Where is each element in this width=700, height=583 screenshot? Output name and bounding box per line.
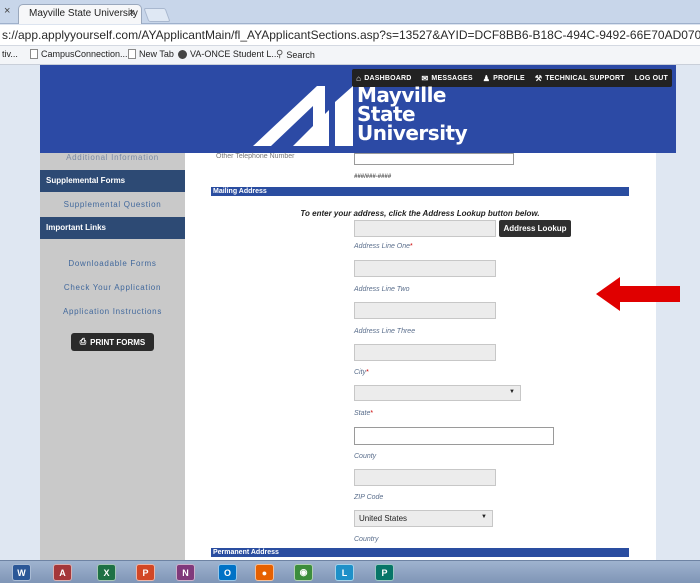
bookmark-item[interactable]: tiv... bbox=[2, 49, 18, 59]
tab-title: Mayville State University | bbox=[29, 8, 142, 19]
prev-tab-close-icon[interactable]: × bbox=[4, 5, 10, 17]
address-line-two-label: Address Line Two bbox=[354, 286, 410, 293]
person-icon: ♟ bbox=[482, 73, 491, 83]
powerpoint-icon[interactable]: P bbox=[136, 564, 155, 581]
sidebar-link-supplemental-question[interactable]: Supplemental Question bbox=[40, 200, 185, 209]
label-text: City bbox=[354, 369, 367, 376]
mailing-address-section: Mailing Address bbox=[211, 187, 629, 196]
nav-label: TECHNICAL SUPPORT bbox=[545, 74, 625, 82]
university-logo-mark-icon bbox=[253, 86, 353, 146]
site-banner: ⌂ DASHBOARD ✉ MESSAGES ♟ PROFILE ⚒ TECHNICAL… bbox=[40, 65, 676, 153]
publisher-icon[interactable]: P bbox=[375, 564, 394, 581]
nav-logout[interactable]: LOG OUT bbox=[635, 75, 668, 82]
bookmark-item[interactable]: CampusConnection... bbox=[30, 49, 128, 59]
red-arrow-icon bbox=[596, 277, 680, 311]
bookmark-label: New Tab bbox=[139, 49, 174, 59]
required-mark: * bbox=[410, 243, 413, 250]
county-input[interactable] bbox=[354, 469, 496, 486]
tab-close-icon[interactable]: × bbox=[129, 7, 135, 19]
address-form: Other Telephone Number ###/###-#### Mail… bbox=[211, 153, 629, 560]
bookmark-label: tiv... bbox=[2, 49, 18, 59]
country-label: Country bbox=[354, 536, 379, 543]
printer-icon: ⎙ bbox=[79, 337, 87, 346]
home-icon: ⌂ bbox=[356, 73, 362, 83]
country-select[interactable]: United States ▼ bbox=[354, 510, 493, 527]
browser-tab[interactable]: Mayville State University | × bbox=[18, 4, 142, 24]
other-phone-input[interactable] bbox=[354, 153, 514, 165]
zip-code-label: ZIP Code bbox=[354, 494, 384, 501]
bookmark-label: VA-ONCE Student L... bbox=[190, 49, 279, 59]
nav-label: LOG OUT bbox=[634, 74, 668, 82]
other-phone-label: Other Telephone Number bbox=[216, 153, 295, 160]
address-line-one-input[interactable] bbox=[354, 260, 496, 277]
address-bar[interactable]: s://app.applyyourself.com/AYApplicantMai… bbox=[0, 25, 700, 46]
nav-dashboard[interactable]: ⌂ DASHBOARD bbox=[356, 74, 411, 83]
address-line-two-input[interactable] bbox=[354, 302, 496, 319]
chevron-down-icon: ▼ bbox=[509, 389, 515, 395]
bookmark-item[interactable]: ⚲ Search bbox=[276, 49, 315, 60]
bookmarks-bar: tiv... CampusConnection... New Tab VA-ON… bbox=[0, 46, 700, 65]
web-page: ⌂ DASHBOARD ✉ MESSAGES ♟ PROFILE ⚒ TECHNICAL… bbox=[0, 65, 700, 560]
bookmark-item[interactable]: New Tab bbox=[128, 49, 174, 59]
chrome-icon[interactable]: ◉ bbox=[294, 564, 313, 581]
sidebar-head-supplemental-forms: Supplemental Forms bbox=[40, 170, 185, 192]
globe-icon bbox=[178, 49, 187, 59]
nav-profile[interactable]: ♟ PROFILE bbox=[483, 74, 525, 83]
onenote-icon[interactable]: N bbox=[176, 564, 195, 581]
word-icon[interactable]: W bbox=[12, 564, 31, 581]
lync-icon[interactable]: L bbox=[335, 564, 354, 581]
address-line-one-label: Address Line One* bbox=[354, 243, 413, 250]
nav-technical-support[interactable]: ⚒ TECHNICAL SUPPORT bbox=[535, 74, 625, 83]
page-icon bbox=[30, 49, 38, 59]
browser-tabstrip: × Mayville State University | × bbox=[0, 0, 700, 24]
address-lookup-input[interactable] bbox=[354, 220, 496, 237]
required-mark: * bbox=[366, 369, 369, 376]
permanent-address-section: Permanent Address bbox=[211, 548, 629, 557]
sidebar-head-important-links: Important Links bbox=[40, 217, 185, 239]
taskbar: W A X P N O ● ◉ L P bbox=[0, 560, 700, 583]
country-selected-value: United States bbox=[359, 514, 408, 523]
chevron-down-icon: ▼ bbox=[481, 514, 487, 520]
nav-label: PROFILE bbox=[493, 74, 525, 82]
excel-icon[interactable]: X bbox=[97, 564, 116, 581]
new-tab-button[interactable] bbox=[143, 8, 171, 22]
city-select[interactable]: ▼ bbox=[354, 385, 521, 401]
page-icon bbox=[128, 49, 136, 59]
bookmark-label: Search bbox=[286, 49, 315, 60]
wrench-icon: ⚒ bbox=[534, 73, 543, 83]
phone-format-hint: ###/###-#### bbox=[354, 174, 392, 180]
print-forms-label: PRINT FORMS bbox=[90, 337, 146, 347]
city-label: City* bbox=[354, 369, 369, 376]
outlook-icon[interactable]: O bbox=[218, 564, 237, 581]
label-text: State bbox=[354, 410, 371, 417]
state-label: State* bbox=[354, 410, 373, 417]
address-line-three-input[interactable] bbox=[354, 344, 496, 361]
envelope-icon: ✉ bbox=[421, 73, 429, 83]
sidebar: Additional Information Supplemental Form… bbox=[40, 153, 185, 560]
url-text: s://app.applyyourself.com/AYApplicantMai… bbox=[2, 28, 700, 42]
sidebar-link-additional-information[interactable]: Additional Information bbox=[40, 153, 185, 162]
address-lookup-button[interactable]: Address Lookup bbox=[499, 220, 571, 237]
nav-label: MESSAGES bbox=[431, 74, 473, 82]
state-input[interactable] bbox=[354, 427, 554, 445]
sidebar-link-downloadable-forms[interactable]: Downloadable Forms bbox=[40, 259, 185, 268]
print-forms-button[interactable]: ⎙ PRINT FORMS bbox=[71, 333, 154, 351]
logo-line: University bbox=[357, 121, 468, 145]
label-text: Address Line One bbox=[354, 243, 411, 250]
county-label: County bbox=[354, 453, 377, 460]
bookmark-label: CampusConnection... bbox=[41, 49, 128, 59]
bookmark-item[interactable]: VA-ONCE Student L... bbox=[178, 49, 279, 59]
university-logo-text: Mayville State University bbox=[357, 85, 468, 145]
sidebar-link-check-application[interactable]: Check Your Application bbox=[40, 283, 185, 292]
search-icon: ⚲ bbox=[276, 49, 284, 60]
lookup-instruction: To enter your address, click the Address… bbox=[300, 209, 540, 218]
firefox-icon[interactable]: ● bbox=[255, 564, 274, 581]
access-icon[interactable]: A bbox=[53, 564, 72, 581]
nav-label: DASHBOARD bbox=[364, 74, 412, 82]
address-line-three-label: Address Line Three bbox=[354, 328, 416, 335]
sidebar-link-application-instructions[interactable]: Application Instructions bbox=[40, 307, 185, 316]
required-mark: * bbox=[370, 410, 374, 417]
content-area: Additional Information Supplemental Form… bbox=[40, 153, 656, 560]
nav-messages[interactable]: ✉ MESSAGES bbox=[422, 74, 473, 83]
